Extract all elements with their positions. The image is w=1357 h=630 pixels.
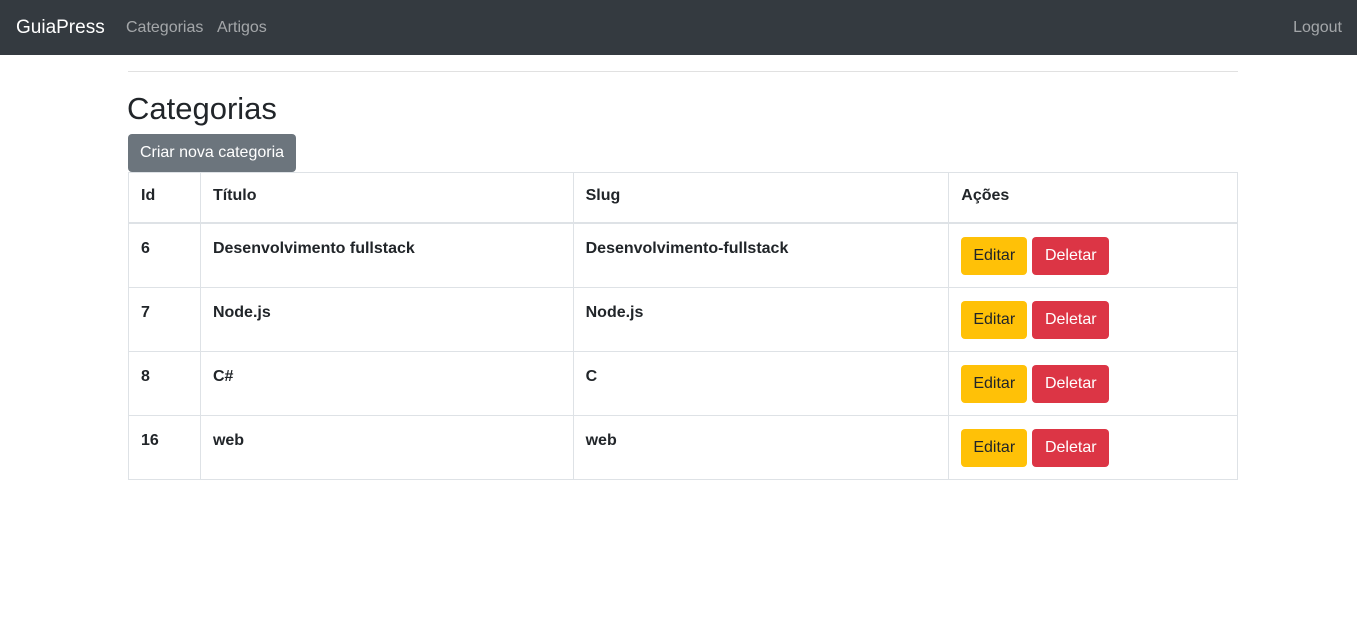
- page-title: Categorias: [127, 91, 277, 126]
- cell-actions: Editar Deletar: [948, 350, 1238, 416]
- table-row: 8 C# C Editar Deletar: [128, 350, 1238, 416]
- header-id: Id: [128, 172, 201, 224]
- edit-button[interactable]: Editar: [961, 236, 1028, 275]
- cell-slug: web: [572, 414, 950, 480]
- logout-link[interactable]: Logout: [1293, 17, 1342, 39]
- cell-id: 7: [128, 286, 201, 352]
- categories-table: Id Título Slug Ações 6 Desenvolvimento f…: [128, 172, 1238, 480]
- top-navbar: GuiaPress Categorias Artigos Logout: [0, 0, 1357, 55]
- cell-actions: Editar Deletar: [948, 286, 1238, 352]
- create-category-button[interactable]: Criar nova categoria: [128, 134, 296, 172]
- cell-actions: Editar Deletar: [948, 414, 1238, 480]
- cell-title: C#: [199, 350, 574, 416]
- cell-slug: C: [572, 350, 950, 416]
- cell-id: 6: [128, 222, 201, 288]
- delete-button[interactable]: Deletar: [1032, 300, 1110, 339]
- cell-id: 8: [128, 350, 201, 416]
- table-row: 7 Node.js Node.js Editar Deletar: [128, 286, 1238, 352]
- header-slug: Slug: [572, 172, 950, 224]
- delete-button[interactable]: Deletar: [1032, 428, 1110, 467]
- cell-slug: Desenvolvimento-fullstack: [572, 222, 950, 288]
- nav-link-artigos[interactable]: Artigos: [217, 17, 267, 39]
- cell-actions: Editar Deletar: [948, 222, 1238, 288]
- divider: [128, 71, 1238, 72]
- table-header-row: Id Título Slug Ações: [128, 172, 1238, 224]
- delete-button[interactable]: Deletar: [1032, 236, 1110, 275]
- nav-link-categorias[interactable]: Categorias: [126, 17, 203, 39]
- delete-button[interactable]: Deletar: [1032, 364, 1110, 403]
- table-row: 16 web web Editar Deletar: [128, 414, 1238, 480]
- cell-title: Desenvolvimento fullstack: [199, 222, 574, 288]
- edit-button[interactable]: Editar: [961, 428, 1028, 467]
- table-row: 6 Desenvolvimento fullstack Desenvolvime…: [128, 222, 1238, 288]
- header-actions: Ações: [948, 172, 1238, 224]
- cell-slug: Node.js: [572, 286, 950, 352]
- header-title: Título: [199, 172, 574, 224]
- edit-button[interactable]: Editar: [961, 364, 1028, 403]
- cell-id: 16: [128, 414, 201, 480]
- cell-title: Node.js: [199, 286, 574, 352]
- cell-title: web: [199, 414, 574, 480]
- brand-link[interactable]: GuiaPress: [16, 16, 105, 40]
- edit-button[interactable]: Editar: [961, 300, 1028, 339]
